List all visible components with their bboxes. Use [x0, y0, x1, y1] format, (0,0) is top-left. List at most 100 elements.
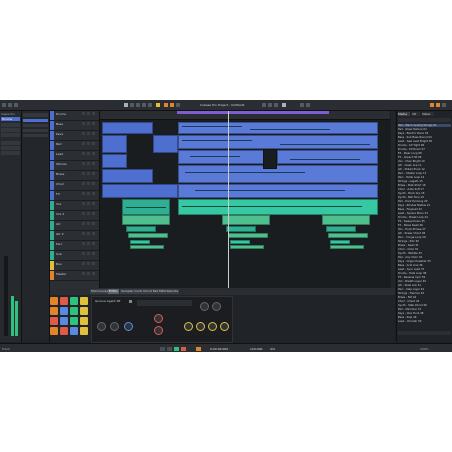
drum-pad[interactable]	[60, 307, 68, 315]
browser-result-item[interactable]: Drums - Break Loop 24	[398, 216, 451, 219]
solo-button[interactable]	[87, 122, 90, 125]
record-enable-button[interactable]	[92, 142, 95, 145]
mute-button[interactable]	[82, 252, 85, 255]
drum-pad[interactable]	[50, 297, 58, 305]
solo-button[interactable]	[87, 272, 90, 275]
attack-knob[interactable]	[200, 302, 209, 311]
drum-pad[interactable]	[80, 297, 88, 305]
drum-pad[interactable]	[80, 317, 88, 325]
browser-result-item[interactable]: FX - Noise Swell 26	[398, 224, 451, 227]
browser-result-item[interactable]: Pad - Airy Choir 34	[398, 256, 451, 259]
browser-result-item[interactable]: Gtr - Clean Arp 11	[398, 164, 451, 167]
mute-button[interactable]	[82, 232, 85, 235]
zones-item[interactable]	[23, 129, 48, 132]
browser-tab-cr[interactable]: CR	[412, 112, 420, 116]
browser-result-item[interactable]: Brass - Stab Short 16	[398, 184, 451, 187]
browser-result-item[interactable]: Keys - Rhodes Mellow 21	[398, 204, 451, 207]
color-tool-icon[interactable]	[300, 103, 304, 107]
audio-event[interactable]	[122, 215, 170, 225]
tab-editor[interactable]: Editor	[108, 289, 119, 294]
audio-event[interactable]	[230, 240, 250, 244]
drum-pad[interactable]	[70, 297, 78, 305]
browser-result-item[interactable]: Drums - Hats Loop 38	[398, 272, 451, 275]
browser-result-item[interactable]: Bass - Slap 49	[398, 316, 451, 319]
record-enable-button[interactable]	[92, 232, 95, 235]
record-enable-button[interactable]	[92, 172, 95, 175]
browser-result-item[interactable]: Perc - Clap Layer 42	[398, 288, 451, 291]
track-row[interactable]: Gtr 2	[50, 231, 99, 241]
inspector-track-name[interactable]: Drums	[1, 117, 20, 121]
track-row[interactable]: Vox	[50, 201, 99, 211]
audio-event[interactable]	[126, 226, 156, 232]
midi-part[interactable]	[102, 184, 178, 198]
browser-result-item[interactable]: Synth - Bell Tone 19	[398, 196, 451, 199]
glue-tool-icon[interactable]	[142, 103, 146, 107]
browser-result-item[interactable]: Perc - Conga Loop 29	[398, 236, 451, 239]
record-enable-button[interactable]	[92, 272, 95, 275]
mute-button[interactable]	[82, 182, 85, 185]
metronome-icon[interactable]	[170, 103, 174, 107]
browser-tab-media[interactable]: Media	[398, 112, 410, 116]
inspector-input[interactable]	[1, 128, 20, 132]
browser-result-item[interactable]: Keys - Electric Piano 03	[398, 132, 451, 135]
cycle-range[interactable]	[177, 111, 329, 114]
mute-button[interactable]	[82, 112, 85, 115]
tab-mixconsole[interactable]: MixConsole	[90, 289, 110, 294]
signature-display[interactable]: 4/4	[270, 347, 278, 351]
project-window-event-display[interactable]	[100, 120, 390, 288]
mute-button[interactable]	[82, 202, 85, 205]
record-enable-button[interactable]	[92, 192, 95, 195]
fx-knob-1[interactable]	[184, 322, 193, 331]
browser-result-item[interactable]: Gtr - Slide Lick 41	[398, 284, 451, 287]
snap-icon[interactable]	[156, 103, 160, 107]
browser-result-item[interactable]: Keys - Clav Funk 48	[398, 312, 451, 315]
drum-pad[interactable]	[70, 317, 78, 325]
record-enable-button[interactable]	[92, 212, 95, 215]
track-row[interactable]: Drums	[50, 111, 99, 121]
quantize-icon[interactable]	[176, 103, 180, 107]
tempo-display[interactable]: 120.000	[250, 347, 266, 351]
audio-event[interactable]	[130, 240, 150, 244]
browser-tab-meter[interactable]: Meter	[422, 112, 434, 116]
browser-result-item[interactable]: Bass - Fingered 22	[398, 208, 451, 211]
release-knob[interactable]	[212, 302, 221, 311]
audio-event[interactable]	[178, 199, 378, 215]
browser-result-item[interactable]: Perc - Shaker Loop 13	[398, 172, 451, 175]
track-row[interactable]: FX	[50, 191, 99, 201]
transport-cycle-icon[interactable]	[196, 347, 201, 351]
track-row[interactable]: Perc	[50, 241, 99, 251]
inspector-eq[interactable]	[1, 151, 20, 155]
mute-button[interactable]	[82, 192, 85, 195]
record-icon[interactable]	[274, 103, 278, 107]
browser-result-item[interactable]: Synth - Stab Chord 46	[398, 304, 451, 307]
solo-button[interactable]	[87, 212, 90, 215]
record-enable-button[interactable]	[92, 222, 95, 225]
browser-result-item[interactable]: Vox - Hook Phrase 27	[398, 228, 451, 231]
solo-button[interactable]	[87, 132, 90, 135]
solo-button[interactable]	[87, 142, 90, 145]
midi-part[interactable]	[102, 154, 127, 168]
audio-event[interactable]	[330, 245, 364, 249]
record-enable-button[interactable]	[92, 182, 95, 185]
record-enable-button[interactable]	[92, 162, 95, 165]
mute-button[interactable]	[82, 272, 85, 275]
fx-knob-3[interactable]	[208, 322, 217, 331]
audio-event[interactable]	[128, 233, 168, 238]
browser-search-input[interactable]	[398, 118, 451, 122]
track-row[interactable]: Sub	[50, 251, 99, 261]
browser-result-item[interactable]: Choir - Aahs Soft 17	[398, 188, 451, 191]
solo-button[interactable]	[87, 172, 90, 175]
record-enable-button[interactable]	[92, 112, 95, 115]
zones-item[interactable]	[23, 119, 48, 122]
audio-event[interactable]	[230, 245, 264, 249]
project-cursor[interactable]	[228, 111, 229, 288]
browser-result-item[interactable]: Perc - Tamb Loop 14	[398, 176, 451, 179]
mute-button[interactable]	[82, 122, 85, 125]
filter-knob[interactable]	[154, 314, 163, 323]
drum-pad[interactable]	[60, 317, 68, 325]
browser-result-item[interactable]: Drums - Kit Tight 06	[398, 144, 451, 147]
inspector-routing[interactable]	[1, 123, 20, 127]
browser-result-item[interactable]: Bass - Sub Bass Round 04	[398, 136, 451, 139]
midi-part[interactable]	[153, 135, 178, 153]
inspector-toggle-icon[interactable]	[2, 103, 6, 107]
